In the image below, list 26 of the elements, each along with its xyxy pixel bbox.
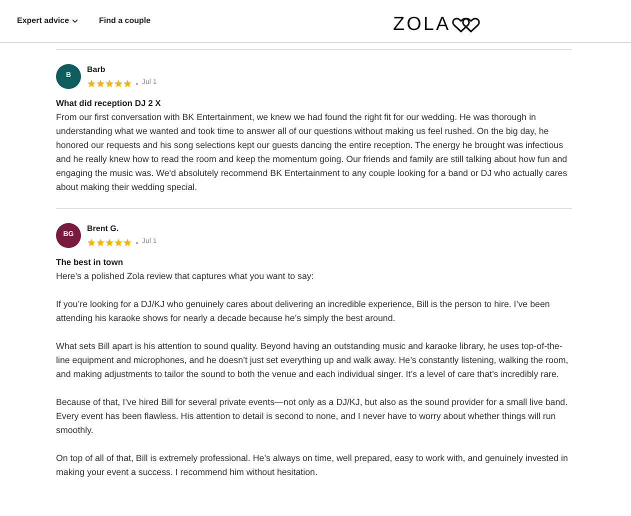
logo-text: ZOLA	[393, 13, 451, 37]
star-icon	[123, 79, 132, 88]
star-icon	[87, 238, 96, 247]
star-icon	[123, 238, 132, 247]
star-icon	[87, 79, 96, 88]
zola-logo[interactable]: ZOLA	[393, 11, 482, 40]
chevron-down-icon	[71, 17, 80, 25]
star-icon	[96, 238, 105, 247]
reviewer-name: Barb	[87, 64, 106, 76]
review-title: The best in town	[56, 256, 124, 269]
review-title: What did reception DJ 2 X	[56, 97, 162, 110]
review-text: What sets Bill apart is his attention to sound quality. Beyond having an outstanding music and karaoke library, he uses top-of-the-line equipment and microphones, and he doesn’t just set everything up and walk away. He’s constantly listening, walking the room, and making adjustments to tailor the sound to both the venue and each individual singer. It’s a level of care that’s incredibly rare.	[56, 340, 570, 381]
star-icon	[114, 238, 123, 247]
star-icon	[105, 238, 114, 247]
hearts-icon	[450, 17, 482, 34]
review-text: If you’re looking for a DJ/KJ who genuinely cares about delivering an incredible experience, Bill is the person to hire. I’ve been attending his karaoke shows for nearly a decade because he’s simply the best around.	[56, 298, 551, 325]
review-text: Here’s a polished Zola review that captures what you want to say:	[56, 270, 315, 283]
expert-advice-menu[interactable]: Expert advice	[17, 15, 80, 27]
review-text: Because of that, I’ve hired Bill for several private events—not only as a DJ/KJ, but also as the sound provider for a small live band. Every event has been flawless. His attention to detail is second to none, and I never have to worry about whether things will run smoothly.	[56, 396, 569, 437]
nav-link[interactable]: Find a couple	[99, 15, 151, 27]
star-icon	[114, 79, 123, 88]
reviewer-name: Brent G.	[87, 223, 120, 236]
review-text: On top of all of that, Bill is extremely professional. He’s always on time, well prepared, easy to work with, and genuinely invested in making your event a success. I recommend him without hesitation.	[56, 452, 569, 479]
review-text: From our first conversation with BK Entertainment, we knew we had found the right fit for our wedding. He was thorough in understanding what we wanted and took time to answer all of our questions without making us feel rushed. On the big day, he honored our requests and his song selections kept our guests dancing the entire reception. The energy he brought was infectious and he really knew how to read the room and keep the momentum going. Our friends and family are still talking about how fun and engaging the music was. We'd absolutely recommend BK Entertainment to any couple looking for a band or DJ who actually cares about making their wedding special.	[56, 111, 568, 194]
star-icon	[96, 79, 105, 88]
star-icon	[105, 79, 114, 88]
